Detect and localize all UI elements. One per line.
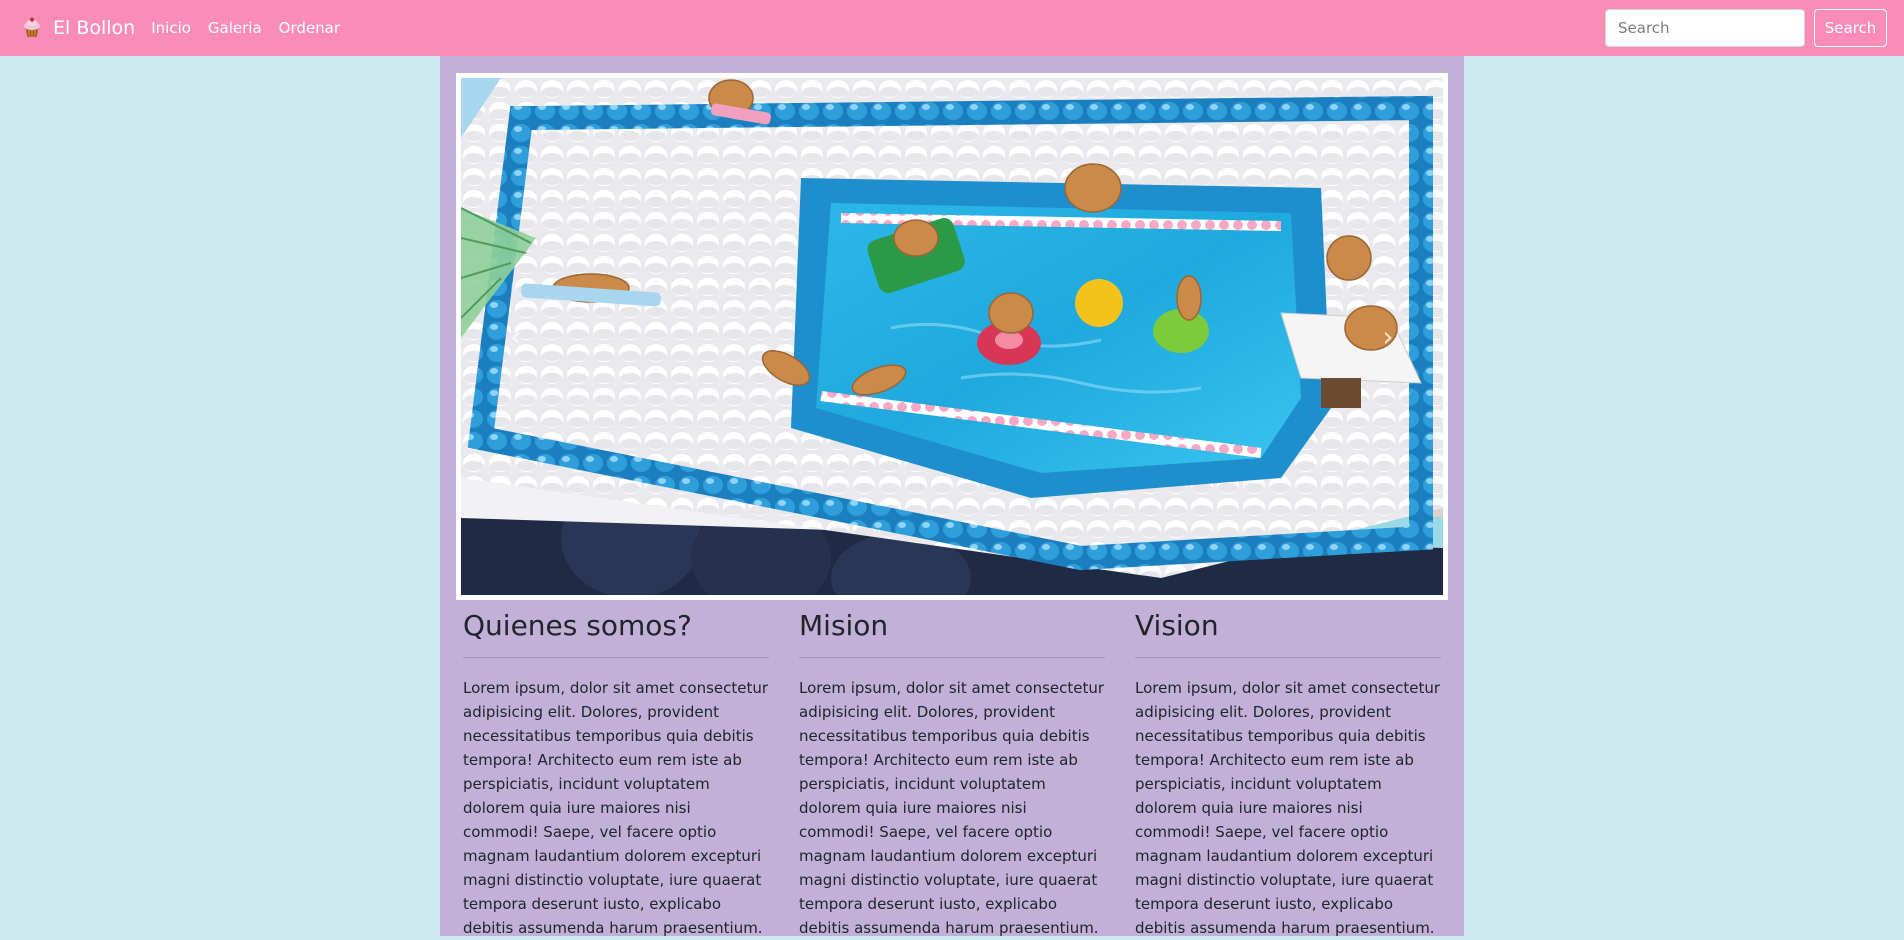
- carousel-slide: [461, 78, 1443, 595]
- main-container: ‹ › Quienes somos? Lorem ipsum, dolor si…: [440, 56, 1464, 937]
- section-title: Quienes somos?: [463, 609, 692, 642]
- image-carousel: ‹ ›: [456, 73, 1448, 600]
- carousel-prev-button[interactable]: ‹: [461, 73, 571, 600]
- section-mision: Mision Lorem ipsum, dolor sit amet conse…: [784, 600, 1120, 940]
- section-quienes-somos: Quienes somos? Lorem ipsum, dolor sit am…: [448, 600, 784, 940]
- brand-link[interactable]: El Bollon: [20, 16, 135, 40]
- navbar: El Bollon Inicio Galeria Ordenar Search: [0, 0, 1904, 56]
- nav-link-galeria[interactable]: Galeria: [208, 19, 262, 37]
- nav-links: Inicio Galeria Ordenar: [151, 19, 357, 37]
- pool-cake-image: [461, 78, 1443, 595]
- nav-link-inicio[interactable]: Inicio: [151, 19, 191, 37]
- section-divider: [799, 656, 1105, 658]
- search-button[interactable]: Search: [1814, 9, 1887, 47]
- chevron-right-icon: ›: [1382, 320, 1394, 353]
- nav-link-ordenar[interactable]: Ordenar: [279, 19, 340, 37]
- section-text: Lorem ipsum, dolor sit amet consectetur …: [799, 678, 1105, 937]
- section-divider: [1135, 656, 1441, 658]
- section-vision: Vision Lorem ipsum, dolor sit amet conse…: [1120, 600, 1456, 940]
- section-divider: [463, 656, 769, 658]
- cupcake-icon: [24, 17, 40, 38]
- section-text: Lorem ipsum, dolor sit amet consectetur …: [463, 678, 769, 937]
- search-form: Search: [1605, 9, 1887, 47]
- chevron-left-icon: ‹: [510, 320, 522, 353]
- section-text: Lorem ipsum, dolor sit amet consectetur …: [1135, 678, 1441, 937]
- section-title: Vision: [1135, 609, 1219, 642]
- brand-name: El Bollon: [53, 17, 136, 39]
- search-input[interactable]: [1605, 9, 1805, 47]
- section-title: Mision: [799, 609, 889, 642]
- carousel-next-button[interactable]: ›: [1333, 73, 1443, 600]
- info-columns: Quienes somos? Lorem ipsum, dolor sit am…: [448, 600, 1456, 940]
